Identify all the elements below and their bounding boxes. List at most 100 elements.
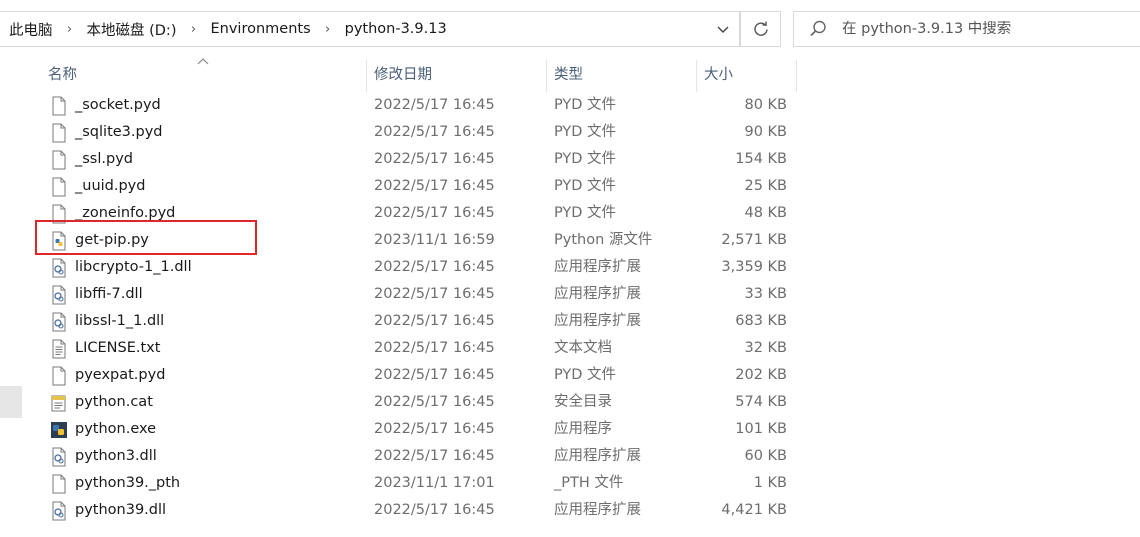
breadcrumb-python-folder[interactable]: python-3.9.13 (339, 21, 447, 37)
column-divider[interactable] (796, 60, 797, 92)
file-icon (50, 366, 68, 386)
file-row[interactable]: python.cat 2022/5/17 16:45 安全目录 574 KB (40, 389, 800, 416)
dll-icon (50, 447, 68, 467)
file-date-modified: 2022/5/17 16:45 (374, 394, 495, 410)
chevron-right-icon[interactable]: › (317, 22, 339, 37)
file-type: PYD 文件 (554, 178, 617, 194)
refresh-button[interactable] (740, 11, 781, 47)
file-type: PYD 文件 (554, 97, 617, 113)
file-size: 3,359 KB (721, 259, 787, 275)
breadcrumb-drive-d[interactable]: 本地磁盘 (D:) (81, 19, 177, 40)
file-icon (50, 150, 68, 170)
highlight-box (35, 220, 257, 255)
file-type: 应用程序扩展 (554, 286, 641, 302)
file-type: 安全目录 (554, 394, 612, 410)
file-row[interactable]: libcrypto-1_1.dll 2022/5/17 16:45 应用程序扩展 3,… (40, 254, 800, 281)
file-icon (50, 177, 68, 197)
dll-icon (50, 285, 68, 305)
file-row[interactable]: python.exe 2022/5/17 16:45 应用程序 101 KB (40, 416, 800, 443)
file-name: _socket.pyd (75, 97, 161, 113)
file-size: 1 KB (753, 475, 787, 491)
file-name: LICENSE.txt (75, 340, 161, 356)
file-row[interactable]: LICENSE.txt 2022/5/17 16:45 文本文档 32 KB (40, 335, 800, 362)
file-size: 48 KB (744, 205, 787, 221)
file-date-modified: 2023/11/1 16:59 (374, 232, 495, 248)
file-row[interactable]: _uuid.pyd 2022/5/17 16:45 PYD 文件 25 KB (40, 173, 800, 200)
file-type: 应用程序扩展 (554, 448, 641, 464)
file-size: 90 KB (744, 124, 787, 140)
file-size: 4,421 KB (721, 502, 787, 518)
file-row[interactable]: _sqlite3.pyd 2022/5/17 16:45 PYD 文件 90 KB (40, 119, 800, 146)
file-type: PYD 文件 (554, 124, 617, 140)
file-date-modified: 2022/5/17 16:45 (374, 259, 495, 275)
file-name: libffi-7.dll (75, 286, 143, 302)
file-row[interactable]: _socket.pyd 2022/5/17 16:45 PYD 文件 80 KB (40, 92, 800, 119)
file-size: 154 KB (735, 151, 787, 167)
python-exe-icon (50, 420, 68, 440)
breadcrumb-environments[interactable]: Environments (204, 21, 310, 37)
search-input[interactable] (842, 21, 1132, 37)
file-type: 应用程序扩展 (554, 502, 641, 518)
file-size: 80 KB (744, 97, 787, 113)
file-row[interactable]: libssl-1_1.dll 2022/5/17 16:45 应用程序扩展 683 K… (40, 308, 800, 335)
refresh-icon (753, 21, 768, 36)
nav-pane-scroll-thumb[interactable] (0, 386, 22, 418)
file-name: _ssl.pyd (75, 151, 133, 167)
chevron-right-icon[interactable]: › (182, 22, 204, 37)
file-date-modified: 2022/5/17 16:45 (374, 502, 495, 518)
file-row[interactable]: pyexpat.pyd 2022/5/17 16:45 PYD 文件 202 KB (40, 362, 800, 389)
column-header-type[interactable]: 类型 (546, 60, 696, 90)
file-date-modified: 2022/5/17 16:45 (374, 448, 495, 464)
file-date-modified: 2022/5/17 16:45 (374, 367, 495, 383)
file-size: 60 KB (744, 448, 787, 464)
file-date-modified: 2022/5/17 16:45 (374, 340, 495, 356)
dll-icon (50, 501, 68, 521)
file-date-modified: 2022/5/17 16:45 (374, 286, 495, 302)
chevron-down-icon[interactable] (715, 21, 731, 37)
file-type: 文本文档 (554, 340, 612, 356)
text-file-icon (50, 339, 68, 359)
file-name: python39._pth (75, 475, 181, 491)
file-row[interactable]: python3.dll 2022/5/17 16:45 应用程序扩展 60 KB (40, 443, 800, 470)
sort-ascending-icon (197, 58, 209, 65)
file-row[interactable]: python39._pth 2023/11/1 17:01 _PTH 文件 1 KB (40, 470, 800, 497)
file-date-modified: 2022/5/17 16:45 (374, 151, 495, 167)
file-type: 应用程序扩展 (554, 313, 641, 329)
file-name: libcrypto-1_1.dll (75, 259, 192, 275)
breadcrumb-this-pc[interactable]: 此电脑 (0, 19, 53, 40)
file-type: Python 源文件 (554, 232, 653, 248)
dll-icon (50, 312, 68, 332)
chevron-right-icon[interactable]: › (59, 22, 81, 37)
file-row[interactable]: _ssl.pyd 2022/5/17 16:45 PYD 文件 154 KB (40, 146, 800, 173)
dll-icon (50, 258, 68, 278)
file-type: 应用程序 (554, 421, 612, 437)
address-toolbar: 此电脑 › 本地磁盘 (D:) › Environments › python-… (0, 0, 1140, 60)
file-row[interactable]: libffi-7.dll 2022/5/17 16:45 应用程序扩展 33 KB (40, 281, 800, 308)
file-size: 574 KB (735, 394, 787, 410)
column-header-size[interactable]: 大小 (696, 60, 796, 90)
column-header-date[interactable]: 修改日期 (366, 60, 546, 90)
file-size: 101 KB (735, 421, 787, 437)
file-date-modified: 2023/11/1 17:01 (374, 475, 495, 491)
file-name: _uuid.pyd (75, 178, 146, 194)
file-size: 683 KB (735, 313, 787, 329)
file-type: _PTH 文件 (554, 475, 624, 491)
file-row[interactable]: python39.dll 2022/5/17 16:45 应用程序扩展 4,421 K… (40, 497, 800, 524)
file-icon (50, 96, 68, 116)
file-date-modified: 2022/5/17 16:45 (374, 97, 495, 113)
file-type: PYD 文件 (554, 151, 617, 167)
file-date-modified: 2022/5/17 16:45 (374, 313, 495, 329)
file-name: pyexpat.pyd (75, 367, 166, 383)
file-icon (50, 123, 68, 143)
file-name: python3.dll (75, 448, 157, 464)
file-name: python.cat (75, 394, 153, 410)
file-date-modified: 2022/5/17 16:45 (374, 421, 495, 437)
file-icon (50, 474, 68, 494)
file-name: python39.dll (75, 502, 167, 518)
security-catalog-icon (50, 393, 68, 413)
file-size: 2,571 KB (721, 232, 787, 248)
file-date-modified: 2022/5/17 16:45 (374, 205, 495, 221)
file-name: _sqlite3.pyd (75, 124, 163, 140)
address-bar[interactable]: 此电脑 › 本地磁盘 (D:) › Environments › python-… (0, 11, 740, 47)
search-box[interactable] (793, 11, 1140, 47)
